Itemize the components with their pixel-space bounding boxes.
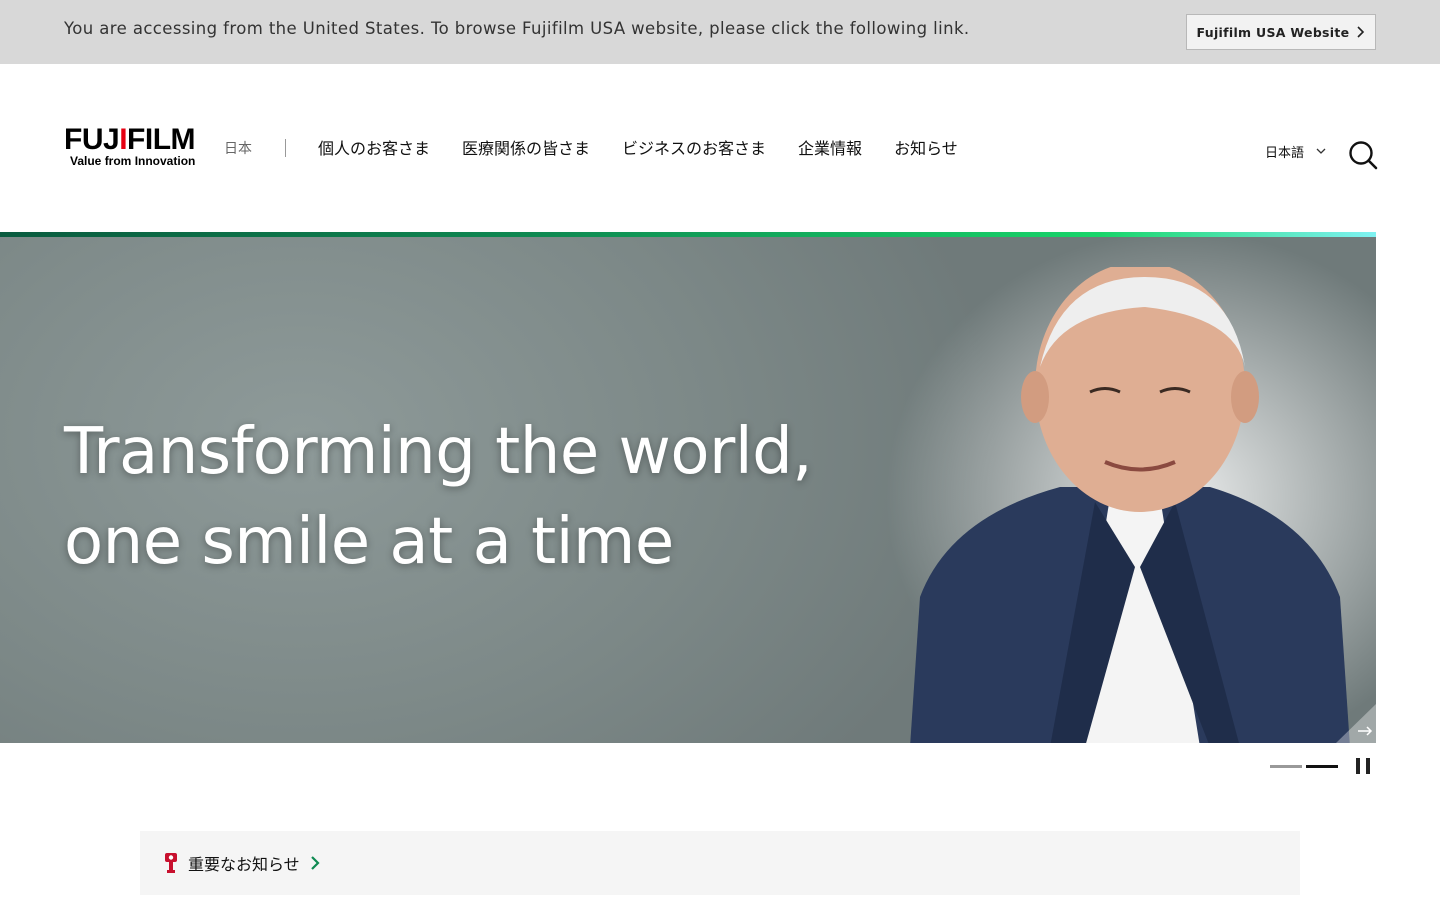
geo-banner: You are accessing from the United States… [0, 0, 1440, 64]
fujifilm-usa-website-button[interactable]: Fujifilm USA Website [1186, 14, 1376, 50]
main-nav: 個人のお客さま 医療関係の皆さま ビジネスのお客さま 企業情報 お知らせ [318, 135, 958, 159]
hero-image: Transforming the world, one smile at a t… [0, 237, 1376, 743]
hero-headline-line2: one smile at a time [64, 505, 674, 579]
logo-tagline: Value from Innovation [70, 154, 196, 168]
important-notice-link[interactable]: 重要なお知らせ [140, 831, 1300, 895]
nav-item-medical[interactable]: 医療関係の皆さま [462, 135, 590, 159]
next-slide-arrow-icon[interactable] [1336, 704, 1376, 743]
header-divider [285, 139, 286, 157]
carousel-controls [1270, 758, 1370, 774]
hero-headline: Transforming the world, one smile at a t… [64, 407, 813, 587]
language-label: 日本語 [1265, 146, 1305, 161]
important-notice-label: 重要なお知らせ [188, 855, 300, 874]
chevron-down-icon [1316, 148, 1326, 154]
pause-icon[interactable] [1356, 758, 1370, 774]
fujifilm-usa-website-label: Fujifilm USA Website [1196, 24, 1350, 40]
notice-alert-icon [165, 853, 177, 873]
language-selector[interactable]: 日本語 [1265, 142, 1326, 161]
nav-item-personal[interactable]: 個人のお客さま [318, 135, 430, 159]
region-label: 日本 [224, 141, 252, 157]
nav-item-business[interactable]: ビジネスのお客さま [622, 135, 766, 159]
logo-wordmark: FUJIFILM [64, 123, 196, 156]
search-icon[interactable] [1348, 140, 1378, 170]
fujifilm-logo[interactable]: FUJIFILM Value from Innovation [64, 123, 210, 170]
geo-banner-message: You are accessing from the United States… [64, 19, 970, 38]
nav-item-news[interactable]: お知らせ [894, 135, 958, 159]
chevron-right-icon [310, 856, 320, 870]
carousel-indicator-1[interactable] [1270, 764, 1302, 768]
site-header: FUJIFILM Value from Innovation 日本 個人のお客さ… [0, 64, 1440, 232]
nav-item-corporate[interactable]: 企業情報 [798, 135, 862, 159]
chevron-right-icon [1357, 26, 1365, 38]
hero-headline-line1: Transforming the world, [64, 415, 813, 489]
carousel-indicator-2[interactable] [1306, 764, 1338, 768]
hero-carousel: Transforming the world, one smile at a t… [0, 232, 1376, 743]
hero-portrait-image [910, 267, 1350, 743]
